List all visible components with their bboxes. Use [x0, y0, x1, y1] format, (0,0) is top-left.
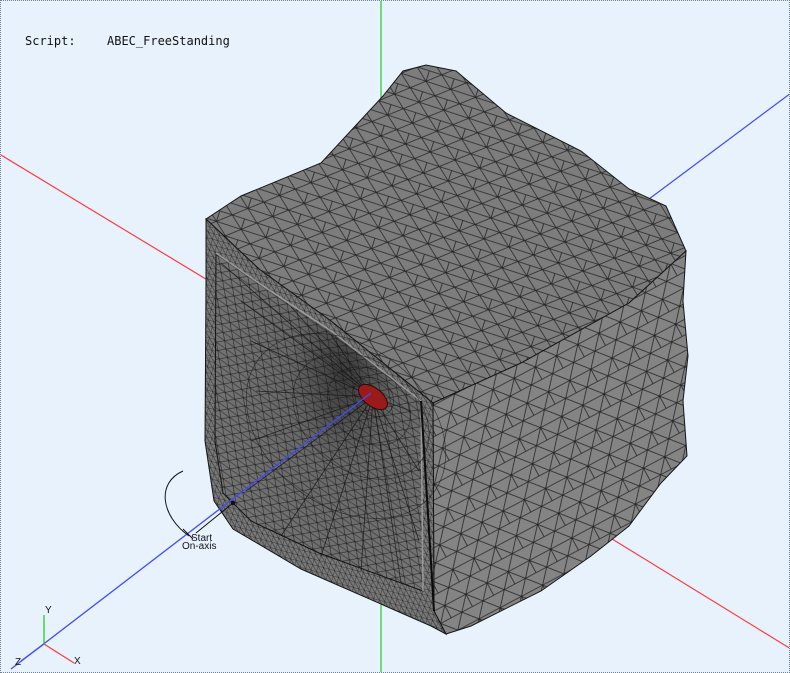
- axis-triad-icon: Y X Z: [15, 605, 81, 668]
- script-label: Script:: [25, 34, 76, 48]
- mesh-scene[interactable]: Start On-axis Y X Z: [1, 1, 790, 673]
- triad-y-label: Y: [45, 605, 52, 616]
- x-axis-line: [1, 154, 220, 288]
- triad-z-label: Z: [15, 657, 21, 668]
- triad-x-label: X: [74, 656, 81, 667]
- observation-arc: [164, 470, 190, 537]
- triad-z-axis: [20, 643, 45, 662]
- script-name: ABEC_FreeStanding: [107, 34, 230, 48]
- abec-3d-viewport[interactable]: Start On-axis Y X Z Script: ABEC_FreeSta…: [0, 0, 790, 673]
- observation-on-axis-label: On-axis: [182, 541, 216, 552]
- z-axis-line-back: [648, 93, 789, 200]
- triad-x-axis: [43, 643, 75, 664]
